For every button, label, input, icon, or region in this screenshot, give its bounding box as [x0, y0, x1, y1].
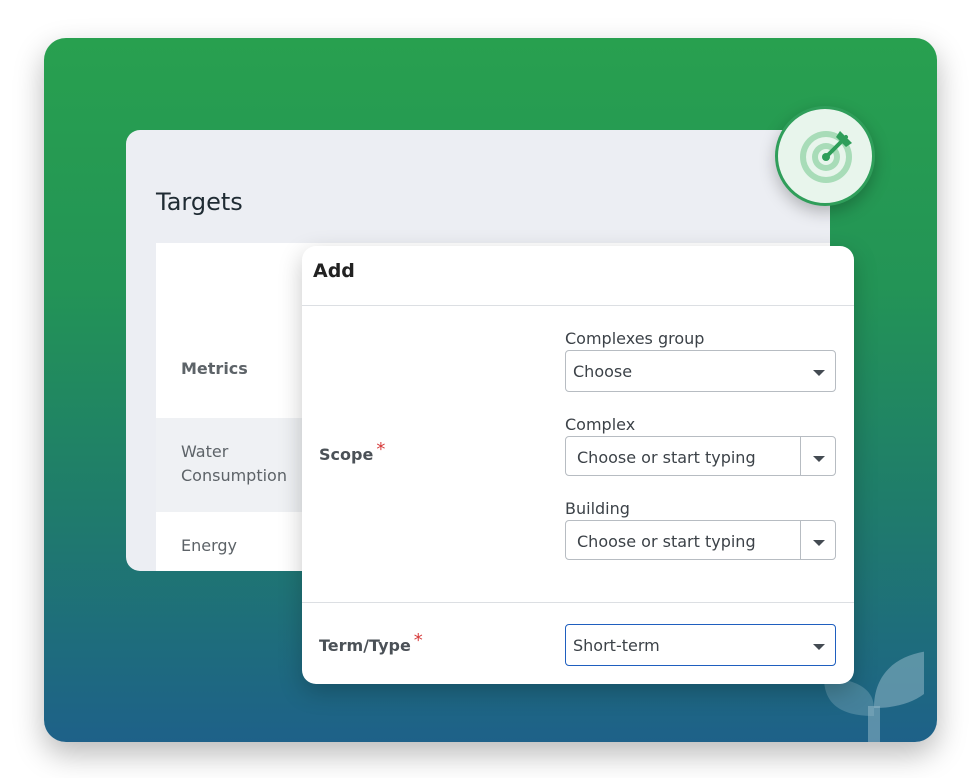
add-target-dialog: Add Scope * Complexes group Choose Comple… [302, 246, 854, 684]
select-value: Choose [573, 362, 633, 381]
page-title: Targets [156, 188, 243, 216]
chevron-down-icon[interactable] [813, 456, 825, 462]
metric-label: Energy [181, 536, 238, 555]
complex-combobox[interactable]: Choose or start typing [565, 436, 836, 476]
complex-label: Complex [565, 415, 636, 434]
select-value: Short-term [573, 636, 660, 655]
building-label: Building [565, 499, 630, 518]
target-arrow-icon [800, 131, 852, 183]
divider [302, 305, 854, 306]
metric-label: Water Consumption [181, 442, 287, 485]
complexes-group-select[interactable]: Choose [565, 350, 836, 392]
combobox-separator [800, 521, 801, 559]
complexes-group-label: Complexes group [565, 329, 705, 348]
dialog-title: Add [313, 260, 355, 282]
select-placeholder: Choose or start typing [577, 532, 756, 551]
building-combobox[interactable]: Choose or start typing [565, 520, 836, 560]
term-type-select[interactable]: Short-term [565, 624, 836, 666]
scope-label-text: Scope [319, 445, 374, 464]
chevron-down-icon [813, 644, 825, 650]
metrics-column-header: Metrics [181, 359, 248, 378]
term-type-label-text: Term/Type [319, 636, 411, 655]
divider [302, 602, 854, 603]
chevron-down-icon [813, 370, 825, 376]
required-marker: * [376, 439, 386, 460]
combobox-separator [800, 437, 801, 475]
term-type-label: Term/Type * [319, 630, 423, 656]
scope-label: Scope * [319, 439, 385, 465]
required-marker: * [413, 630, 423, 651]
select-placeholder: Choose or start typing [577, 448, 756, 467]
chevron-down-icon[interactable] [813, 540, 825, 546]
target-badge [775, 106, 875, 206]
